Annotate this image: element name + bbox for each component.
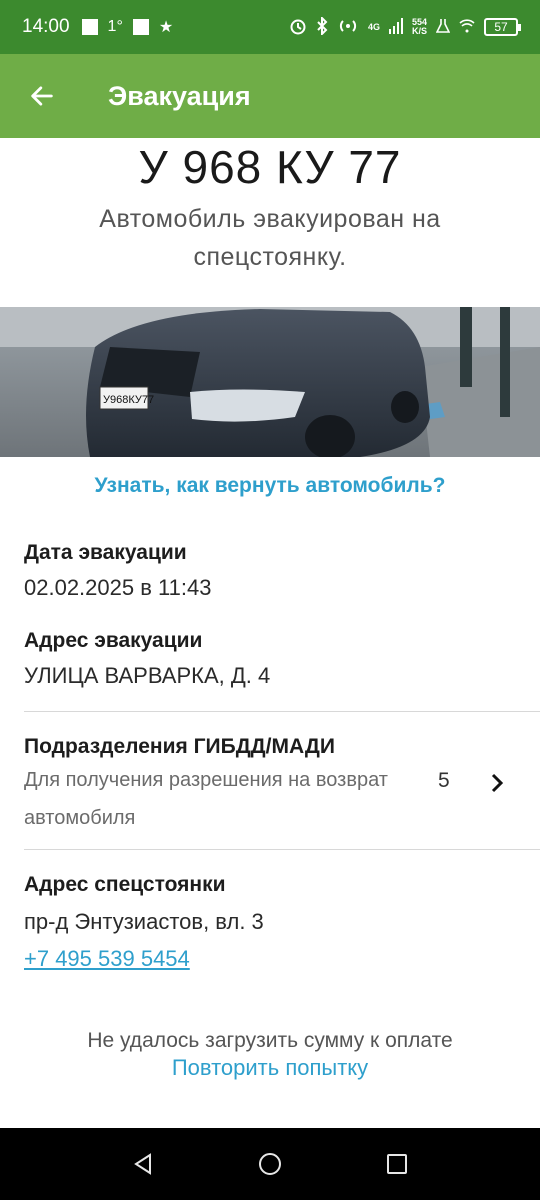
status-temperature: 1° [107,18,123,35]
hotspot-icon [337,18,359,37]
battery-icon: 57 [484,18,521,36]
triangle-back-icon [134,1153,152,1175]
notification-icon [132,19,149,35]
impound-label: Адрес спецстоянки [24,873,226,896]
evacuation-address-value: УЛИЦА ВАРВАРКА, Д. 4 [24,663,271,688]
chevron-right-icon [489,772,505,799]
divider [24,711,540,712]
star-icon: ★ [158,19,174,36]
photo-license-plate-text: У968КУ77 [103,394,154,406]
signal-icon [388,17,403,37]
departments-count: 5 [438,769,450,792]
impound-section: Адрес спецстоянки пр-д Энтузиастов, вл. … [24,873,516,935]
retry-button[interactable]: Повторить попытку [0,1055,540,1081]
status-time: 14:00 [22,16,70,37]
status-bar: 14:00 1° ★ 4G 554 K/S 57 [0,0,540,54]
notification-icon [81,19,98,35]
nav-back-button[interactable] [113,1134,173,1194]
system-nav-bar [0,1128,540,1200]
speed-unit: K/S [411,26,427,36]
evacuation-status: Автомобиль эвакуирован на спецстоянку. [99,205,441,271]
license-plate: У 968 КУ 77 [138,141,402,193]
divider [24,849,540,850]
battery-level: 57 [494,20,508,34]
square-recents-icon [386,1154,407,1174]
departments-label: Подразделения ГИБДД/МАДИ [24,735,335,758]
arrow-left-icon [31,86,53,106]
app-bar: Эвакуация [0,54,540,138]
network-speed: 554 K/S [412,18,427,36]
how-to-return-link[interactable]: Узнать, как вернуть автомобиль? [0,474,540,498]
wifi-off-icon [459,18,475,37]
payment-error-text: Не удалось загрузить сумму к оплате [87,1029,453,1052]
page-title: Эвакуация [108,80,251,111]
bluetooth-icon [316,15,328,38]
nav-home-button[interactable] [240,1134,300,1194]
evacuation-address-section: Адрес эвакуации УЛИЦА ВАРВАРКА, Д. 4 [24,629,516,689]
vehicle-photo[interactable]: У968КУ77 [0,307,540,457]
circle-home-icon [258,1153,281,1175]
network-type: 4G [367,21,380,32]
impound-phone-link[interactable]: +7 495 539 5454 [24,946,190,972]
evacuation-date-value: 02.02.2025 в 11:43 [24,575,212,600]
back-button[interactable] [0,54,84,138]
evacuation-date-section: Дата эвакуации 02.02.2025 в 11:43 [24,541,516,601]
impound-address: пр-д Энтузиастов, вл. 3 [24,909,264,934]
evacuation-address-label: Адрес эвакуации [24,629,203,652]
departments-subtitle: Для получения разрешения на возврат авто… [24,769,388,829]
evacuation-date-label: Дата эвакуации [24,541,187,564]
lab-flask-icon [435,18,451,37]
alarm-icon [289,17,307,38]
nav-recents-button[interactable] [367,1134,427,1194]
